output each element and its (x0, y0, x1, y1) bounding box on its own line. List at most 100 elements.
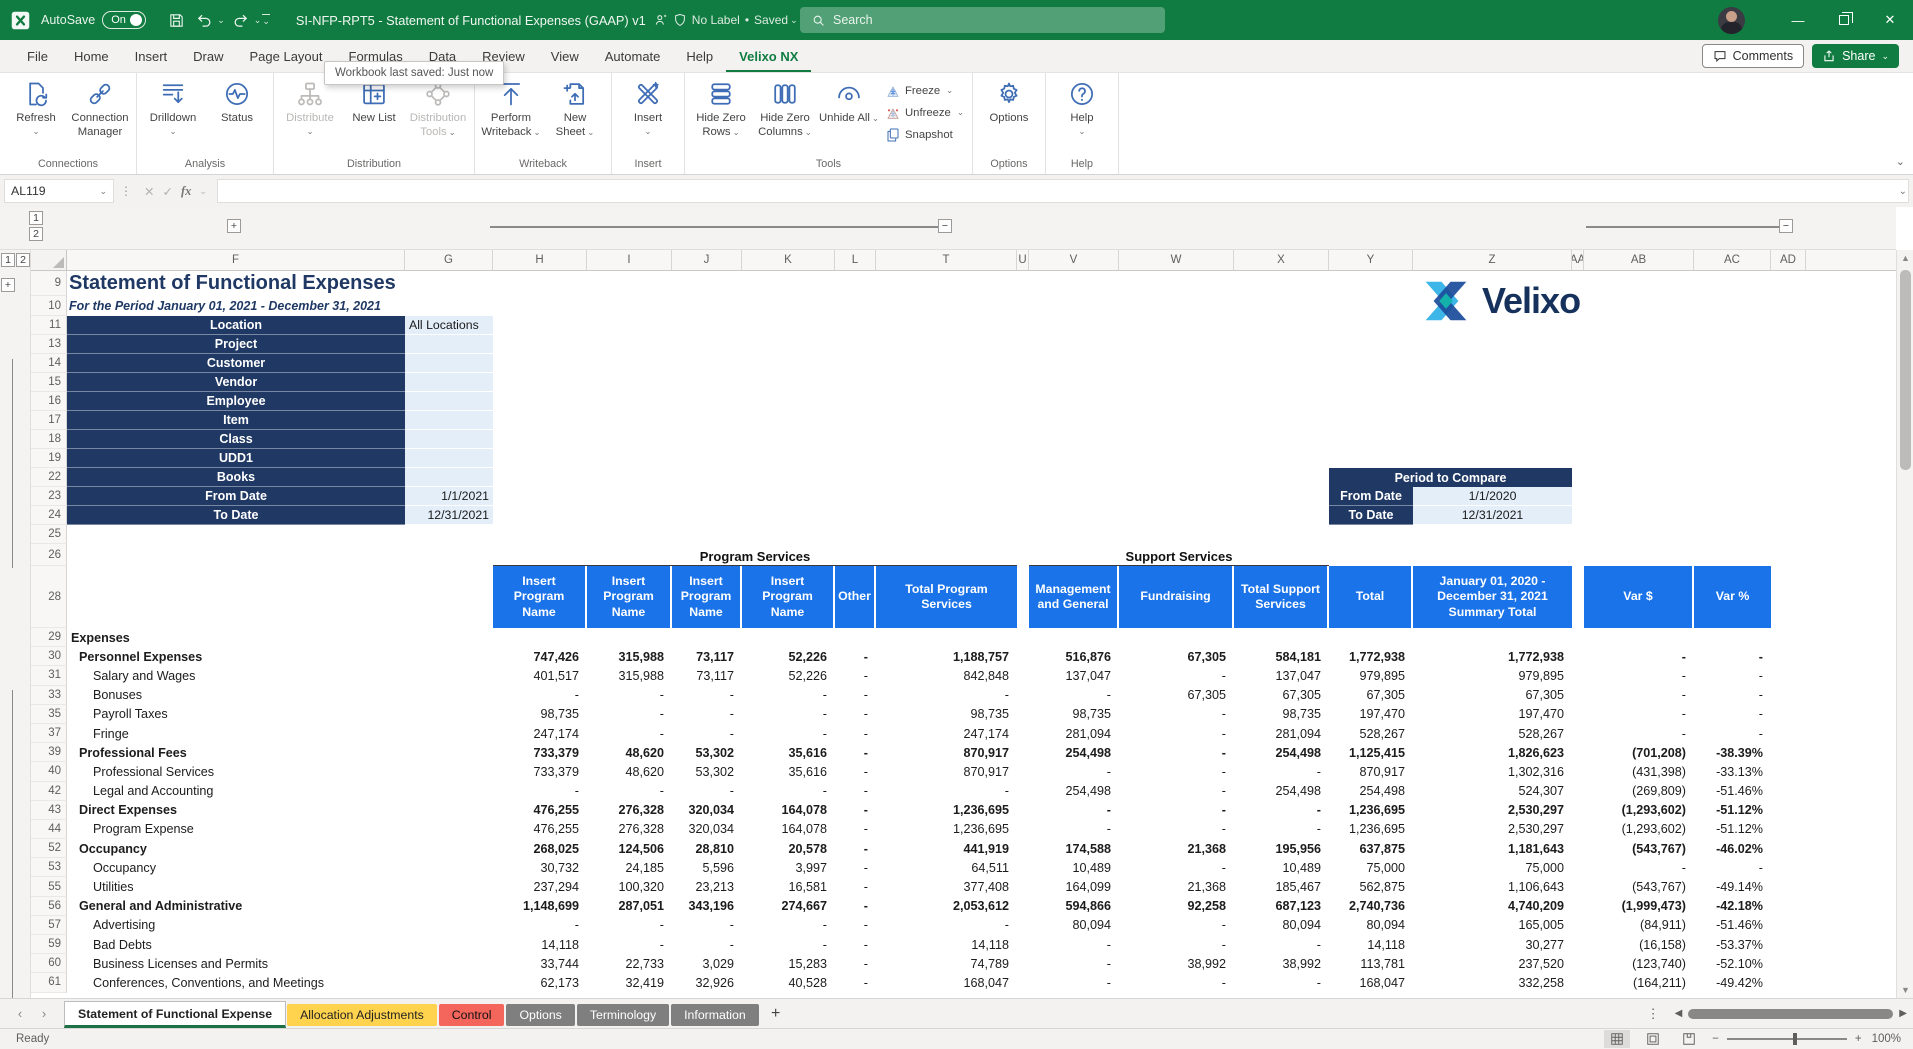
add-sheet-button[interactable]: + (761, 999, 791, 1028)
search-input[interactable]: Search (800, 7, 1165, 33)
horizontal-scroll-thumb[interactable] (1688, 1009, 1893, 1019)
row-number[interactable]: 19 (31, 449, 67, 468)
column-group-expand-button[interactable]: + (227, 219, 241, 233)
form-value-udd1[interactable] (405, 449, 493, 468)
zoom-slider[interactable]: − + (1712, 1033, 1861, 1045)
excel-app-icon[interactable] (10, 10, 31, 31)
zoom-in-button[interactable]: + (1855, 1033, 1862, 1045)
compare-value-to-date[interactable]: 12/31/2021 (1413, 506, 1572, 525)
refresh-button[interactable]: Refresh⌄ (4, 77, 68, 137)
form-value-books[interactable] (405, 468, 493, 487)
formula-bar-handle[interactable]: ⋮ (118, 184, 134, 198)
column-header-L[interactable]: L (835, 250, 876, 271)
sheet-tab-terminology[interactable]: Terminology (577, 1004, 669, 1026)
hscroll-left-arrow[interactable]: ◀ (1675, 1008, 1683, 1019)
zoom-out-button[interactable]: − (1712, 1033, 1719, 1045)
minimize-button[interactable]: — (1775, 0, 1821, 40)
save-status[interactable]: Saved (754, 13, 788, 27)
column-header-K[interactable]: K (742, 250, 835, 271)
row-number[interactable]: 10 (31, 296, 67, 316)
tab-velixo-nx[interactable]: Velixo NX (726, 40, 811, 72)
formula-input[interactable] (217, 179, 1909, 203)
sheet-tab-next-arrow[interactable]: › (42, 1006, 46, 1021)
autosave-toggle[interactable]: AutoSave On (41, 11, 146, 29)
row-number[interactable]: 11 (31, 316, 67, 335)
row-number[interactable]: 24 (31, 506, 67, 525)
row-number[interactable]: 15 (31, 373, 67, 392)
compare-value-from-date[interactable]: 1/1/2020 (1413, 487, 1572, 506)
tab-home[interactable]: Home (61, 40, 122, 72)
column-header-AA[interactable]: AA (1572, 250, 1584, 271)
column-outline-level-1[interactable]: 1 (29, 211, 43, 225)
redo-dropdown[interactable]: ⌄ (254, 15, 262, 26)
user-avatar[interactable] (1718, 7, 1745, 34)
column-header-F[interactable]: F (67, 250, 405, 271)
column-header-U[interactable]: U (1017, 250, 1029, 271)
row-number[interactable]: 57 (31, 916, 67, 935)
select-all-corner[interactable] (31, 250, 67, 271)
row-outline-level-2[interactable]: 2 (16, 253, 30, 267)
tab-file[interactable]: File (14, 40, 61, 72)
perform-writeback-button[interactable]: Perform Writeback⌄ (479, 77, 543, 139)
unfreeze-button[interactable]: Unfreeze⌄ (881, 103, 968, 123)
unhide-all-button[interactable]: Unhide All⌄ (817, 77, 881, 126)
column-header-J[interactable]: J (672, 250, 742, 271)
tab-bar-options-handle[interactable]: ⋮ (1647, 1006, 1661, 1022)
scroll-down-arrow[interactable]: ▼ (1897, 982, 1913, 998)
connection-manager-button[interactable]: Connection Manager (68, 77, 132, 139)
redo-button[interactable] (229, 8, 253, 32)
drilldown-button[interactable]: Drilldown⌄ (141, 77, 205, 137)
column-header-AC[interactable]: AC (1694, 250, 1771, 271)
save-button[interactable] (164, 8, 188, 32)
form-value-customer[interactable] (405, 354, 493, 373)
form-value-employee[interactable] (405, 392, 493, 411)
form-value-from-date[interactable]: 1/1/2021 (405, 487, 493, 506)
sheet-tab-options[interactable]: Options (506, 1004, 574, 1026)
tab-page-layout[interactable]: Page Layout (237, 40, 336, 72)
column-header-AB[interactable]: AB (1584, 250, 1694, 271)
column-header-X[interactable]: X (1234, 250, 1329, 271)
collapse-ribbon-button[interactable]: ⌄ (1896, 155, 1905, 168)
form-value-project[interactable] (405, 335, 493, 354)
sheet-tab-information[interactable]: Information (671, 1004, 759, 1026)
column-header-G[interactable]: G (405, 250, 493, 271)
row-number[interactable]: 18 (31, 430, 67, 449)
form-value-location[interactable]: All Locations (405, 316, 493, 335)
sheet-tab-statement-of-functional-expense[interactable]: Statement of Functional Expense (64, 1001, 286, 1028)
confirm-entry-icon[interactable]: ✓ (162, 184, 172, 199)
sheet-tab-control[interactable]: Control (439, 1004, 505, 1026)
row-number[interactable]: 61 (31, 973, 67, 992)
tab-view[interactable]: View (538, 40, 592, 72)
tab-help[interactable]: Help (673, 40, 726, 72)
row-number[interactable]: 59 (31, 935, 67, 954)
page-break-view-icon[interactable] (1676, 1030, 1702, 1048)
row-number[interactable]: 17 (31, 411, 67, 430)
row-number[interactable]: 42 (31, 782, 67, 801)
row-number[interactable]: 39 (31, 743, 67, 762)
row-number[interactable]: 52 (31, 839, 67, 858)
column-header-Y[interactable]: Y (1329, 250, 1413, 271)
row-group-expand-button[interactable]: + (1, 278, 15, 292)
row-number[interactable]: 40 (31, 762, 67, 781)
row-number[interactable]: 35 (31, 705, 67, 724)
name-box[interactable]: AL119⌄ (4, 179, 114, 203)
undo-dropdown[interactable]: ⌄ (217, 15, 225, 26)
row-number[interactable]: 56 (31, 897, 67, 916)
row-number[interactable]: 44 (31, 820, 67, 839)
zoom-level[interactable]: 100% (1872, 1033, 1901, 1045)
form-value-to-date[interactable]: 12/31/2021 (405, 506, 493, 525)
comments-button[interactable]: Comments (1702, 44, 1804, 68)
row-number[interactable]: 29 (31, 628, 67, 647)
tab-insert[interactable]: Insert (122, 40, 181, 72)
status-button[interactable]: Status (205, 77, 269, 126)
page-layout-view-icon[interactable] (1640, 1030, 1666, 1048)
column-group-collapse-button[interactable]: − (1779, 219, 1793, 233)
hide-zero-columns-button[interactable]: Hide Zero Columns⌄ (753, 77, 817, 139)
close-button[interactable]: ✕ (1867, 0, 1913, 40)
row-number[interactable]: 28 (31, 566, 67, 628)
options-button[interactable]: Options (977, 77, 1041, 126)
insert-button[interactable]: Insert⌄ (616, 77, 680, 137)
row-number[interactable]: 26 (31, 544, 67, 566)
column-outline-level-2[interactable]: 2 (29, 227, 43, 241)
undo-button[interactable] (192, 8, 216, 32)
